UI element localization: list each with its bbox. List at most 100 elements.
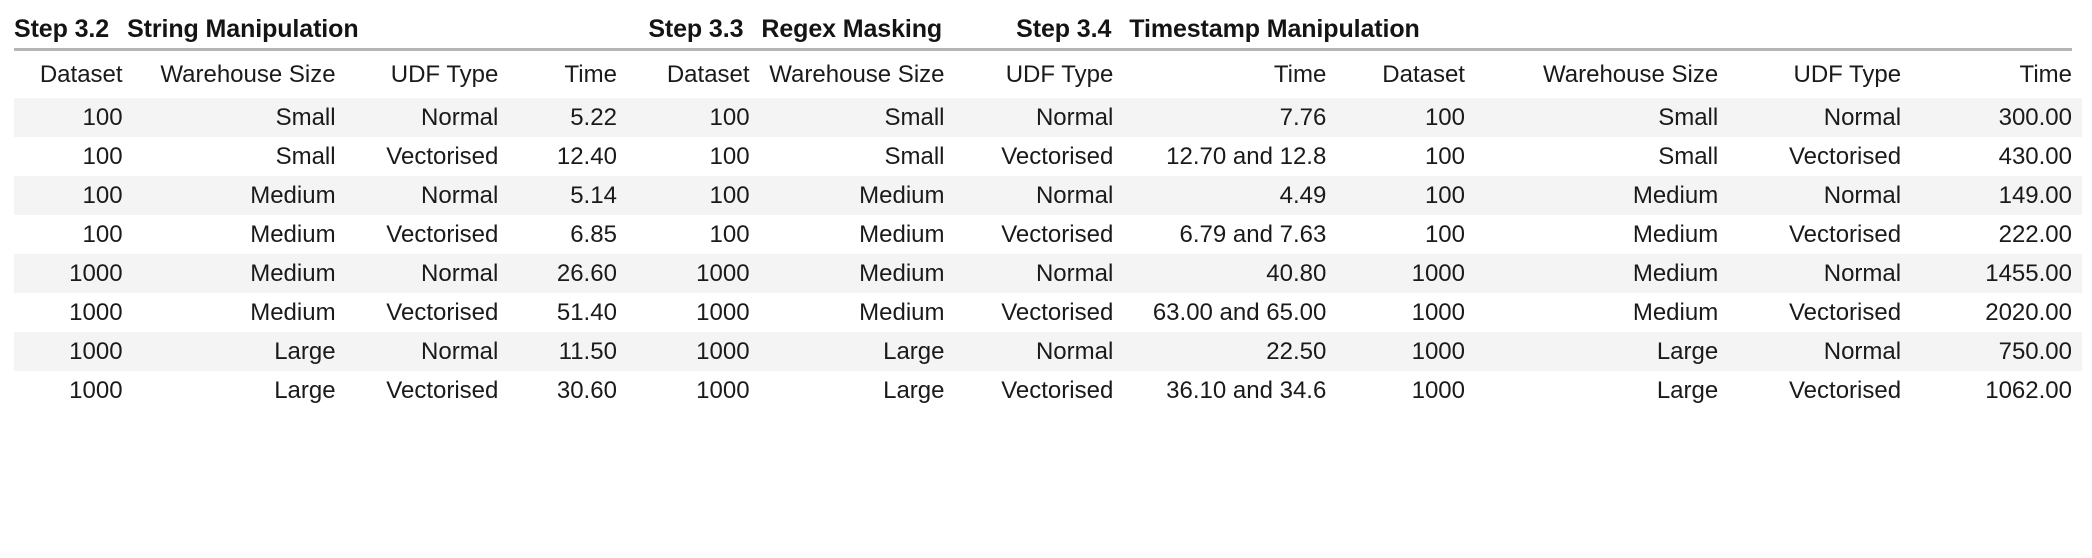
cell-time: 12.70 and 12.8 xyxy=(1166,142,1327,170)
cell-time: 11.50 xyxy=(558,337,617,365)
cell-warehouse: Medium xyxy=(250,181,336,209)
cell-warehouse: Small xyxy=(275,142,336,170)
cell-udf: Vectorised xyxy=(386,220,499,248)
cell-warehouse: Large xyxy=(1656,337,1719,365)
cell-time: 750.00 xyxy=(1998,337,2072,365)
cell-udf: Normal xyxy=(1035,103,1114,131)
cell-udf: Normal xyxy=(1823,181,1902,209)
cell-dataset: 1000 xyxy=(69,298,123,326)
table-row: 1000 Medium Normal 26.60 1000 Medium Nor… xyxy=(14,254,2082,293)
cell-udf: Normal xyxy=(1035,259,1114,287)
cell-udf: Vectorised xyxy=(1789,298,1902,326)
col-header-time-3: Time xyxy=(2019,60,2072,88)
cell-time: 2020.00 xyxy=(1985,298,2072,326)
cell-warehouse: Medium xyxy=(1632,298,1719,326)
cell-dataset: 1000 xyxy=(1411,337,1465,365)
col-header-udf-1: UDF Type xyxy=(390,60,499,88)
col-header-time-2: Time xyxy=(1273,60,1327,88)
section-step-label-1: Step 3.2 xyxy=(14,15,110,43)
cell-warehouse: Large xyxy=(1656,376,1719,404)
cell-time: 22.50 xyxy=(1266,337,1327,365)
cell-dataset: 100 xyxy=(1424,103,1465,131)
cell-udf: Normal xyxy=(1035,337,1114,365)
col-header-time-1: Time xyxy=(564,60,617,88)
cell-time: 430.00 xyxy=(1998,142,2072,170)
cell-udf: Normal xyxy=(1823,337,1902,365)
cell-udf: Vectorised xyxy=(1789,220,1902,248)
table-row: 1000 Large Vectorised 30.60 1000 Large V… xyxy=(14,371,2082,410)
cell-dataset: 1000 xyxy=(69,259,123,287)
cell-warehouse: Large xyxy=(274,376,336,404)
col-header-udf-2: UDF Type xyxy=(1005,60,1114,88)
cell-dataset: 1000 xyxy=(696,259,750,287)
cell-udf: Vectorised xyxy=(1001,142,1114,170)
benchmark-table: Dataset Warehouse Size UDF Type Time Dat… xyxy=(14,51,2082,410)
cell-dataset: 100 xyxy=(709,142,750,170)
cell-warehouse: Medium xyxy=(1632,181,1719,209)
cell-time: 1455.00 xyxy=(1985,259,2072,287)
cell-time: 5.22 xyxy=(570,103,617,131)
cell-dataset: 100 xyxy=(1424,181,1465,209)
cell-time: 6.79 and 7.63 xyxy=(1179,220,1327,248)
cell-dataset: 1000 xyxy=(69,376,123,404)
cell-time: 30.60 xyxy=(556,376,617,404)
cell-udf: Vectorised xyxy=(386,376,499,404)
cell-udf: Vectorised xyxy=(386,298,499,326)
section-title-2: Regex Masking xyxy=(761,15,943,43)
section-title-3: Timestamp Manipulation xyxy=(1129,15,1420,43)
col-header-dataset-2: Dataset xyxy=(666,60,750,88)
cell-warehouse: Medium xyxy=(1632,259,1719,287)
section-title-1: String Manipulation xyxy=(127,15,359,43)
cell-warehouse: Medium xyxy=(859,298,945,326)
cell-time: 12.40 xyxy=(556,142,617,170)
cell-udf: Vectorised xyxy=(1001,376,1114,404)
cell-time: 222.00 xyxy=(1998,220,2072,248)
cell-warehouse: Medium xyxy=(250,220,336,248)
cell-warehouse: Small xyxy=(1658,103,1719,131)
cell-udf: Normal xyxy=(421,181,499,209)
cell-time: 5.14 xyxy=(570,181,617,209)
section-titles-row: Step 3.2 String Manipulation Step 3.3 Re… xyxy=(12,0,2080,48)
cell-udf: Normal xyxy=(421,337,499,365)
cell-dataset: 100 xyxy=(82,103,123,131)
cell-udf: Vectorised xyxy=(1789,376,1902,404)
cell-dataset: 1000 xyxy=(696,337,750,365)
cell-warehouse: Large xyxy=(883,337,945,365)
cell-dataset: 1000 xyxy=(1411,259,1465,287)
col-header-dataset-1: Dataset xyxy=(39,60,123,88)
cell-dataset: 100 xyxy=(709,220,750,248)
benchmark-tables-sheet: Step 3.2 String Manipulation Step 3.3 Re… xyxy=(0,0,2092,558)
cell-dataset: 1000 xyxy=(696,298,750,326)
section-title-group-3: Step 3.4 Timestamp Manipulation xyxy=(1016,15,2080,44)
cell-udf: Vectorised xyxy=(1001,220,1114,248)
cell-time: 6.85 xyxy=(570,220,617,248)
cell-dataset: 1000 xyxy=(696,376,750,404)
cell-time: 51.40 xyxy=(556,298,617,326)
section-step-label-3: Step 3.4 xyxy=(1016,15,1112,43)
cell-dataset: 100 xyxy=(82,181,123,209)
cell-udf: Vectorised xyxy=(1001,298,1114,326)
cell-dataset: 100 xyxy=(709,103,750,131)
section-step-label-2: Step 3.3 xyxy=(648,15,744,43)
cell-udf: Normal xyxy=(421,103,499,131)
cell-time: 63.00 and 65.00 xyxy=(1152,298,1327,326)
cell-udf: Normal xyxy=(1823,103,1902,131)
cell-warehouse: Large xyxy=(883,376,945,404)
table-row: 100 Medium Vectorised 6.85 100 Medium Ve… xyxy=(14,215,2082,254)
cell-dataset: 1000 xyxy=(1411,298,1465,326)
cell-time: 300.00 xyxy=(1998,103,2072,131)
cell-udf: Normal xyxy=(1823,259,1902,287)
cell-warehouse: Medium xyxy=(1632,220,1719,248)
table-row: 1000 Medium Vectorised 51.40 1000 Medium… xyxy=(14,293,2082,332)
table-row: 100 Small Vectorised 12.40 100 Small Vec… xyxy=(14,137,2082,176)
cell-warehouse: Medium xyxy=(250,259,336,287)
cell-dataset: 100 xyxy=(82,220,123,248)
cell-time: 149.00 xyxy=(1998,181,2072,209)
cell-dataset: 100 xyxy=(1424,142,1465,170)
cell-udf: Vectorised xyxy=(1789,142,1902,170)
section-title-group-2: Step 3.3 Regex Masking xyxy=(648,15,1016,44)
col-header-warehouse-3: Warehouse Size xyxy=(1543,60,1719,88)
table-head: Dataset Warehouse Size UDF Type Time Dat… xyxy=(14,51,2082,98)
table-body: 100 Small Normal 5.22 100 Small Normal 7… xyxy=(14,98,2082,410)
cell-time: 4.49 xyxy=(1279,181,1327,209)
